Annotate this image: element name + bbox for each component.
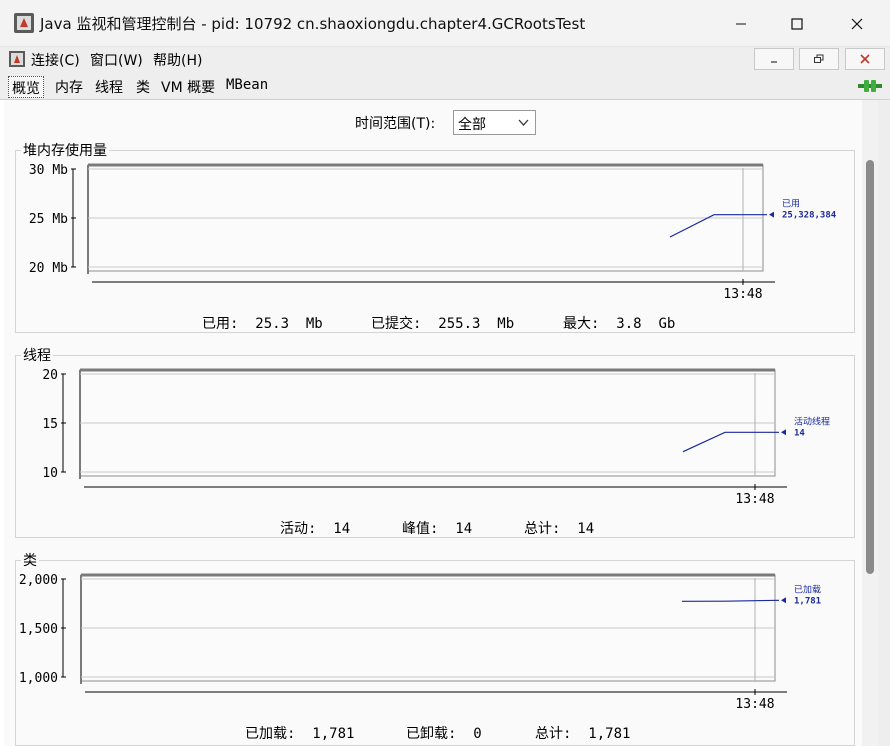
heap-stat-committed: 已提交: 255.3 Mb (371, 313, 514, 333)
frame-border (878, 100, 890, 746)
tab-overview[interactable]: 概览 (8, 76, 44, 98)
heap-panel-title: 堆内存使用量 (21, 140, 109, 160)
stat-label: 最大: (563, 316, 600, 332)
stat-value: 25.3 Mb (255, 316, 323, 332)
stat-label: 已提交: (371, 316, 422, 332)
legend-marker (781, 597, 786, 604)
close-icon (851, 18, 863, 29)
stat-label: 总计: (535, 726, 572, 742)
java-app-icon (14, 13, 34, 33)
stat-label: 已加载: (245, 726, 296, 742)
classes-stat-loaded: 已加载: 1,781 (245, 723, 354, 743)
stat-label: 活动: (280, 521, 317, 537)
legend-series-name: 已用 (782, 199, 800, 210)
restore-icon (814, 54, 824, 63)
heap-memory-chart: 30 Mb 25 Mb 20 Mb 13:48 已用25,328,384 (29, 163, 837, 302)
tab-threads[interactable]: 线程 (92, 76, 126, 98)
minimize-icon (771, 61, 777, 63)
y-tick-label: 15 (42, 417, 58, 432)
legend-series-value: 1,781 (794, 596, 821, 606)
tab-mbean[interactable]: MBean (223, 76, 271, 98)
legend-marker (769, 211, 774, 218)
threads-stat-peak: 峰值: 14 (402, 518, 472, 538)
heap-stat-max: 最大: 3.8 Gb (563, 313, 675, 333)
heap-stat-used: 已用: 25.3 Mb (202, 313, 323, 333)
stat-value: 14 (333, 521, 351, 537)
classes-stat-total: 总计: 1,781 (535, 723, 630, 743)
y-tick-label: 2,000 (19, 573, 58, 588)
stat-value: 1,781 (588, 726, 631, 742)
y-tick-label: 30 Mb (29, 163, 68, 178)
window-title: Java 监视和管理控制台 - pid: 10792 cn.shaoxiongd… (40, 15, 586, 33)
y-tick-label: 10 (42, 466, 58, 481)
minimize-window-button[interactable] (713, 0, 769, 47)
menu-window[interactable]: 窗口(W) (90, 50, 143, 70)
minimize-icon (736, 23, 746, 24)
stat-value: 255.3 Mb (438, 316, 515, 332)
internal-frame-icon (9, 51, 25, 67)
scrollbar-thumb[interactable] (866, 160, 874, 574)
classes-chart: 2,000 1,500 1,000 13:48 已加载1,781 (19, 573, 821, 712)
stat-value: 0 (473, 726, 482, 742)
inner-restore-button[interactable] (799, 48, 839, 70)
stat-label: 总计: (524, 521, 561, 537)
stat-label: 已卸载: (406, 726, 457, 742)
connection-status-icon (858, 80, 882, 92)
tab-memory[interactable]: 内存 (52, 76, 86, 98)
legend-series-value: 25,328,384 (782, 211, 837, 221)
y-tick-label: 1,500 (19, 622, 58, 637)
y-tick-label: 20 Mb (29, 261, 68, 276)
y-tick-label: 1,000 (19, 671, 58, 686)
menu-connect[interactable]: 连接(C) (31, 50, 80, 70)
x-tick-label: 13:48 (723, 287, 762, 302)
classes-stat-unloaded: 已卸载: 0 (406, 723, 482, 743)
threads-panel-title: 线程 (21, 345, 53, 365)
stat-label: 峰值: (402, 521, 439, 537)
maximize-icon (791, 17, 803, 30)
legend-series-name: 活动线程 (794, 415, 830, 427)
stat-value: 14 (455, 521, 473, 537)
tab-vm-summary[interactable]: VM 概要 (158, 76, 218, 98)
time-range-select[interactable]: 全部 (453, 110, 536, 135)
time-range-label: 时间范围(T): (355, 116, 436, 132)
stat-value: 3.8 Gb (616, 316, 676, 332)
close-window-button[interactable] (829, 0, 885, 47)
inner-close-button[interactable] (845, 48, 885, 70)
stat-value: 14 (577, 521, 595, 537)
x-tick-label: 13:48 (735, 492, 774, 507)
y-tick-label: 20 (42, 368, 58, 383)
menu-help[interactable]: 帮助(H) (153, 50, 202, 70)
threads-chart: 20 15 10 13:48 活动线程14 (42, 368, 830, 507)
time-range-value: 全部 (458, 117, 486, 133)
stat-label: 已用: (202, 316, 239, 332)
legend-series-name: 已加载 (794, 583, 821, 595)
chevron-down-icon (518, 119, 529, 126)
maximize-window-button[interactable] (769, 0, 825, 47)
x-tick-label: 13:48 (735, 697, 774, 712)
inner-minimize-button[interactable] (754, 48, 794, 70)
close-icon (860, 54, 870, 64)
threads-stat-live: 活动: 14 (280, 518, 350, 538)
threads-stat-total: 总计: 14 (524, 518, 594, 538)
legend-series-value: 14 (794, 428, 805, 438)
legend-marker (781, 429, 786, 436)
classes-panel-title: 类 (21, 550, 39, 570)
y-tick-label: 25 Mb (29, 212, 68, 227)
tab-classes[interactable]: 类 (133, 76, 153, 98)
stat-value: 1,781 (312, 726, 355, 742)
